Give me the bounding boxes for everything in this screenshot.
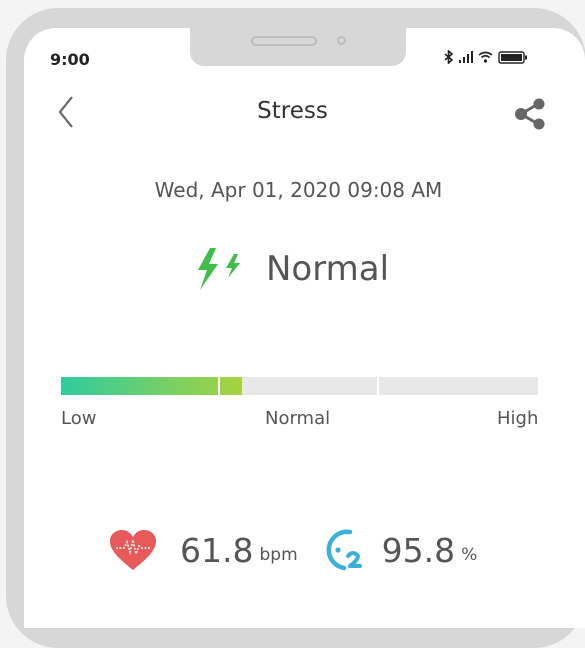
page-title: Stress: [257, 98, 328, 124]
scale-label-low: Low: [61, 408, 97, 429]
stress-level-label: Normal: [266, 249, 390, 289]
oxygen-metric: 95.8 %: [320, 526, 478, 574]
stress-level-fill: [61, 377, 242, 395]
status-bar-time: 9:00: [50, 50, 90, 69]
scale-label-high: High: [497, 408, 539, 429]
vital-metrics: 61.8 bpm 95.8 %: [108, 520, 477, 580]
phone-notch: [190, 28, 406, 66]
status-bar-icons: [444, 50, 528, 64]
signal-icon: [459, 51, 473, 63]
bolt-icon: [198, 248, 240, 290]
bluetooth-icon: [444, 50, 454, 64]
share-icon: [515, 98, 545, 130]
heart-rate-value: 61.8: [180, 530, 254, 570]
heart-icon: [110, 530, 156, 570]
scale-label-normal: Normal: [265, 408, 331, 429]
stress-status: Normal: [194, 244, 389, 294]
stress-bar-divider: [218, 377, 220, 395]
measurement-timestamp: Wed, Apr 01, 2020 09:08 AM: [154, 178, 443, 202]
stress-level-bar: [61, 377, 538, 395]
share-button[interactable]: [512, 96, 548, 132]
front-camera: [337, 36, 346, 45]
o2-icon: [326, 529, 362, 571]
heart-rate-metric: 61.8 bpm: [108, 528, 298, 572]
speaker-grille: [251, 36, 317, 46]
wifi-icon: [478, 51, 493, 63]
stress-bar-divider: [377, 377, 379, 395]
oxygen-value: 95.8: [381, 530, 456, 570]
heart-rate-unit: bpm: [259, 545, 298, 565]
oxygen-unit: %: [461, 545, 478, 565]
battery-icon: [498, 50, 527, 64]
